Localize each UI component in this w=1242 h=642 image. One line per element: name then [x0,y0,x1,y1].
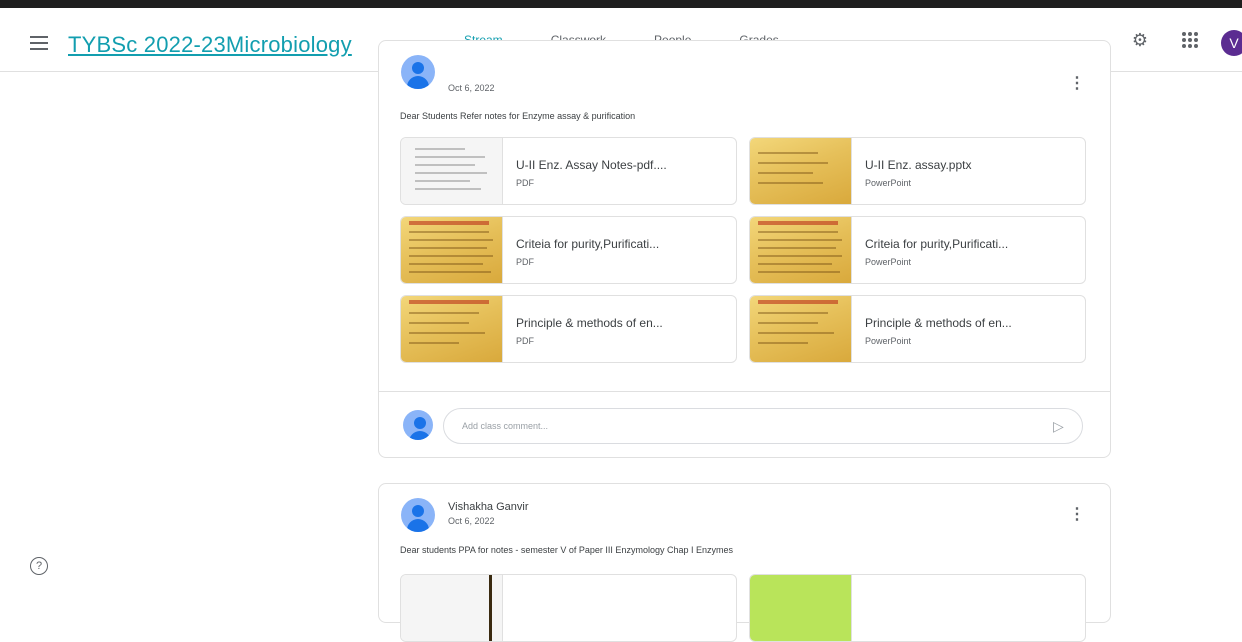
class-comment-input[interactable]: Add class comment... [443,408,1083,444]
attachment-card[interactable] [400,574,737,642]
attachment-thumbnail [401,138,503,204]
post-author: Vishakha Ganvir [448,501,529,513]
attachment-thumbnail [750,575,852,641]
attachment-title: Criteia for purity,Purificati... [516,237,660,251]
attachment-type: PowerPoint [865,336,912,346]
post-text: Dear Students Refer notes for Enzyme ass… [400,111,636,121]
attachment-title: Principle & methods of en... [516,316,663,330]
attachment-title: Criteia for purity,Purificati... [865,237,1009,251]
attachment-card[interactable]: Criteia for purity,Purificati... PDF [400,216,737,284]
help-icon[interactable]: ? [30,557,48,575]
attachment-thumbnail [750,138,852,204]
send-icon[interactable]: ▷ [1053,418,1064,435]
more-options-icon[interactable]: ⋮ [1069,504,1085,524]
attachment-thumbnail [401,575,503,641]
author-avatar [401,498,435,532]
author-avatar [401,55,435,89]
post-text: Dear students PPA for notes - semester V… [400,545,733,555]
stream-post: Oct 6, 2022 ⋮ Dear Students Refer notes … [378,40,1111,458]
attachment-card[interactable]: U-II Enz. Assay Notes-pdf.... PDF [400,137,737,205]
top-border [0,0,1242,8]
attachment-title: Principle & methods of en... [865,316,1012,330]
more-options-icon[interactable]: ⋮ [1069,73,1085,93]
attachment-title: U-II Enz. Assay Notes-pdf.... [516,158,667,172]
attachment-type: PowerPoint [865,257,912,267]
post-date: Oct 6, 2022 [448,516,495,526]
attachment-thumbnail [401,217,503,283]
attachment-thumbnail [401,296,503,362]
attachment-type: PDF [516,257,534,267]
stream-post: Vishakha Ganvir Oct 6, 2022 ⋮ Dear stude… [378,483,1111,642]
attachment-type: PowerPoint [865,178,912,188]
account-avatar[interactable]: V [1221,30,1242,56]
attachment-type: PDF [516,336,534,346]
post-date: Oct 6, 2022 [448,83,495,93]
attachment-thumbnail [750,217,852,283]
attachment-thumbnail [750,296,852,362]
attachment-card[interactable]: U-II Enz. assay.pptx PowerPoint [749,137,1086,205]
attachment-card[interactable]: Criteia for purity,Purificati... PowerPo… [749,216,1086,284]
attachment-card[interactable] [749,574,1086,642]
gear-icon[interactable]: ⚙ [1130,30,1150,50]
comment-row: Add class comment... ▷ [379,391,1110,457]
user-avatar [403,410,433,440]
attachment-title: U-II Enz. assay.pptx [865,158,972,172]
menu-icon[interactable] [30,36,48,50]
attachment-type: PDF [516,178,534,188]
class-title-link[interactable]: TYBSc 2022-23Microbiology [68,32,352,58]
attachment-card[interactable]: Principle & methods of en... PDF [400,295,737,363]
apps-grid-icon[interactable] [1180,30,1200,50]
attachment-card[interactable]: Principle & methods of en... PowerPoint [749,295,1086,363]
